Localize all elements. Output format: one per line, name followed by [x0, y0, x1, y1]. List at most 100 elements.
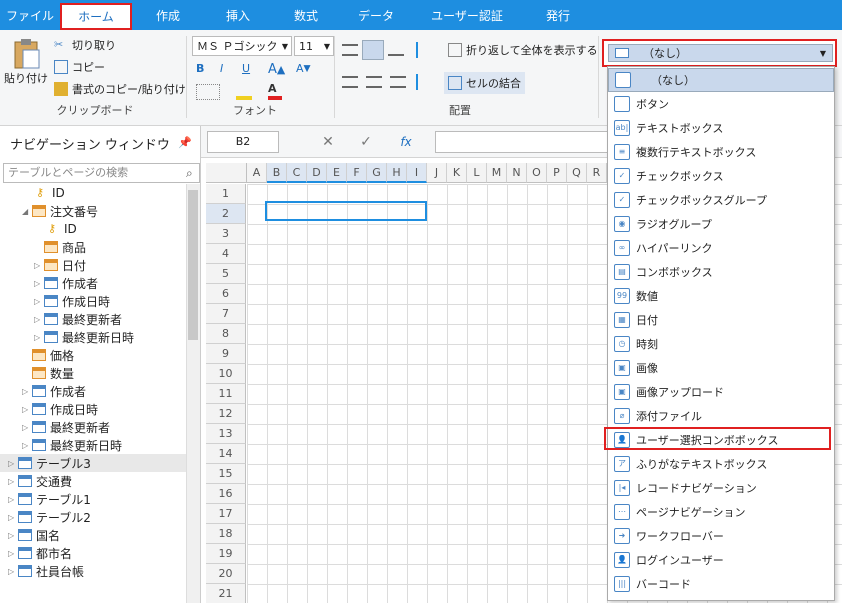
menu-item[interactable]: ✓ チェックボックス [608, 164, 834, 188]
row-header[interactable]: 4 [206, 244, 246, 264]
scroll-thumb[interactable] [188, 190, 198, 340]
menu-item[interactable]: ⌀ 添付ファイル [608, 404, 834, 428]
row-header[interactable]: 12 [206, 404, 246, 424]
nav-tree-item[interactable]: ▷ 都市名 [0, 544, 186, 562]
menu-item[interactable]: ⋯ ページナビゲーション [608, 500, 834, 524]
nav-tree-item[interactable]: ▷ 国名 [0, 526, 186, 544]
nav-tree-item[interactable]: 価格 [0, 346, 186, 364]
pin-icon[interactable]: 📌 [178, 136, 192, 149]
cancel-icon[interactable]: ✕ [313, 131, 343, 153]
row-header[interactable]: 6 [206, 284, 246, 304]
expand-arrow-icon[interactable]: ▷ [8, 477, 18, 486]
expand-arrow-icon[interactable]: ▷ [8, 531, 18, 540]
row-header[interactable]: 1 [206, 184, 246, 204]
confirm-icon[interactable]: ✓ [351, 131, 381, 153]
column-header[interactable]: A [247, 163, 267, 183]
nav-tree-item[interactable]: ⚷ ID [0, 220, 186, 238]
tab-publish[interactable]: 発行 [522, 0, 594, 30]
menu-item[interactable]: （なし） [608, 68, 834, 92]
control-type-dropdown[interactable]: （なし） ▼ [602, 39, 837, 67]
row-header[interactable]: 19 [206, 544, 246, 564]
align-middle-icon[interactable] [362, 40, 384, 60]
tab-insert[interactable]: 挿入 [204, 0, 272, 30]
font-name-select[interactable]: ＭＳ Ｐゴシック ▼ [192, 36, 292, 56]
menu-item[interactable]: 99 数値 [608, 284, 834, 308]
menu-item[interactable]: ◉ ラジオグループ [608, 212, 834, 236]
tab-user-auth[interactable]: ユーザー認証 [412, 0, 522, 30]
nav-tree-item[interactable]: 商品 [0, 238, 186, 256]
expand-arrow-icon[interactable]: ▷ [34, 279, 44, 288]
nav-tree-item[interactable]: ▷ 日付 [0, 256, 186, 274]
expand-arrow-icon[interactable]: ▷ [8, 459, 18, 468]
align-left-icon[interactable] [342, 76, 358, 88]
expand-arrow-icon[interactable]: ▷ [8, 513, 18, 522]
indent-icon[interactable] [416, 42, 432, 58]
select-all-corner[interactable] [206, 163, 247, 183]
column-header[interactable]: D [307, 163, 327, 183]
cut-button[interactable]: ✂ 切り取り [54, 37, 116, 53]
row-header[interactable]: 2 [206, 204, 246, 224]
nav-tree-item[interactable]: ▷ テーブル1 [0, 490, 186, 508]
menu-item[interactable]: |◂ レコードナビゲーション [608, 476, 834, 500]
align-center-icon[interactable] [366, 76, 382, 88]
tab-file[interactable]: ファイル [0, 0, 60, 30]
column-header[interactable]: R [587, 163, 607, 183]
column-header[interactable]: Q [567, 163, 587, 183]
control-type-selected[interactable]: （なし） ▼ [608, 44, 833, 62]
nav-tree-item[interactable]: ▷ 最終更新者 [0, 310, 186, 328]
nav-tree-item[interactable]: 数量 [0, 364, 186, 382]
column-header[interactable]: K [447, 163, 467, 183]
menu-item[interactable]: ≡ 複数行テキストボックス [608, 140, 834, 164]
column-header[interactable]: E [327, 163, 347, 183]
selected-cell-b2[interactable] [265, 201, 427, 221]
nav-tree-item[interactable]: ▷ 社員台帳 [0, 562, 186, 580]
menu-item[interactable]: ||| バーコード [608, 572, 834, 596]
fill-color-icon[interactable] [236, 82, 252, 100]
row-header[interactable]: 16 [206, 484, 246, 504]
column-header[interactable]: C [287, 163, 307, 183]
column-header[interactable]: B [267, 163, 287, 183]
row-header[interactable]: 8 [206, 324, 246, 344]
italic-button[interactable]: I [220, 62, 223, 75]
row-header[interactable]: 18 [206, 524, 246, 544]
column-header[interactable]: P [547, 163, 567, 183]
nav-tree-item[interactable]: ▷ テーブル2 [0, 508, 186, 526]
search-icon[interactable]: ⌕ [186, 166, 193, 181]
format-painter-button[interactable]: 書式のコピー/貼り付け [54, 81, 186, 97]
nav-tree-item[interactable]: ▷ 最終更新日時 [0, 328, 186, 346]
font-size-select[interactable]: 11 ▼ [294, 36, 334, 56]
row-header[interactable]: 15 [206, 464, 246, 484]
row-header[interactable]: 17 [206, 504, 246, 524]
row-header[interactable]: 9 [206, 344, 246, 364]
menu-item[interactable]: ▣ 画像アップロード [608, 380, 834, 404]
outdent-icon[interactable] [416, 74, 432, 90]
nav-tree-item[interactable]: ▷ 作成者 [0, 274, 186, 292]
paste-button[interactable]: 貼り付け [4, 38, 48, 98]
row-header[interactable]: 10 [206, 364, 246, 384]
menu-item[interactable]: ab| テキストボックス [608, 116, 834, 140]
nav-search-input[interactable]: テーブルとページの検索 [3, 163, 200, 183]
expand-arrow-icon[interactable]: ▷ [22, 387, 32, 396]
column-header[interactable]: F [347, 163, 367, 183]
nav-tree-item[interactable]: ▷ 作成日時 [0, 292, 186, 310]
grow-font-icon[interactable]: A ▲ [268, 62, 285, 77]
copy-button[interactable]: コピー [54, 59, 105, 75]
nav-scrollbar[interactable] [186, 184, 200, 603]
font-color-icon[interactable]: A [268, 80, 282, 100]
column-header[interactable]: J [427, 163, 447, 183]
nav-tree-item[interactable]: ⚷ ID [0, 184, 186, 202]
expand-arrow-icon[interactable]: ▷ [22, 405, 32, 414]
row-header[interactable]: 13 [206, 424, 246, 444]
expand-arrow-icon[interactable]: ▷ [34, 315, 44, 324]
nav-tree-item[interactable]: ◢ 注文番号 [0, 202, 186, 220]
expand-arrow-icon[interactable]: ▷ [8, 549, 18, 558]
row-header[interactable]: 14 [206, 444, 246, 464]
merge-cells-button[interactable]: セルの結合 [444, 72, 525, 94]
menu-item[interactable]: ✓ チェックボックスグループ [608, 188, 834, 212]
tab-create[interactable]: 作成 [132, 0, 204, 30]
row-header[interactable]: 11 [206, 384, 246, 404]
row-header[interactable]: 21 [206, 584, 246, 603]
tab-home[interactable]: ホーム [60, 3, 132, 30]
column-header[interactable]: M [487, 163, 507, 183]
fx-icon[interactable]: fx [391, 131, 421, 153]
